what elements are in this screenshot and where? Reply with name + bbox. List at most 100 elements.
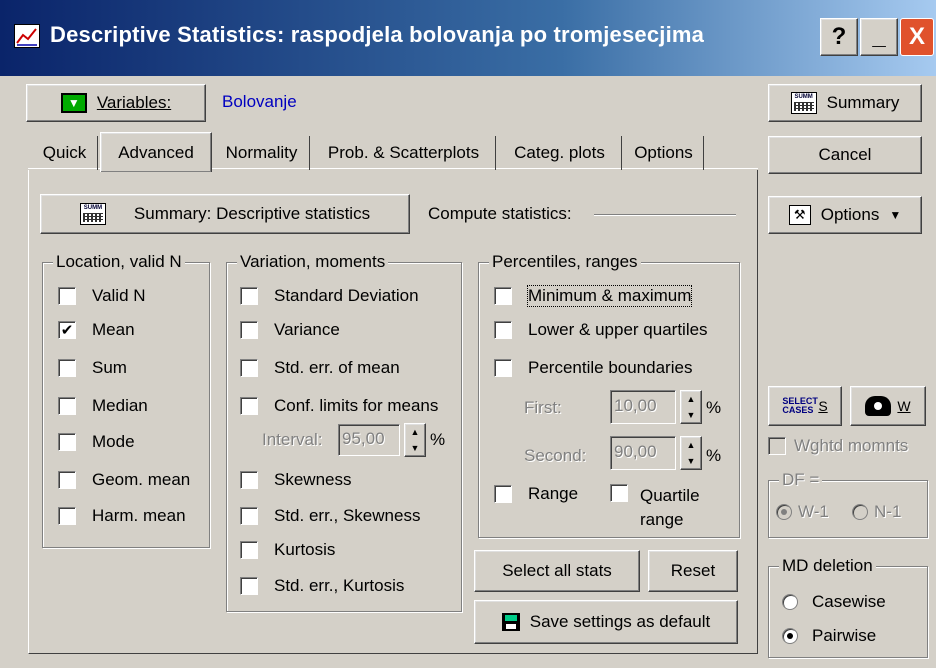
checkbox-box[interactable]	[494, 287, 512, 305]
weighted-moments-checkbox[interactable]: Wghtd momnts	[768, 436, 908, 456]
radio-button[interactable]	[782, 628, 798, 644]
select-cases-button[interactable]: SELECT CASES S	[768, 386, 842, 426]
spin-up-icon[interactable]: ▲	[681, 391, 701, 407]
spin-down-icon[interactable]: ▼	[681, 453, 701, 469]
median-checkbox[interactable]: Median	[58, 396, 148, 416]
df-w1-radio[interactable]: W-1	[776, 502, 829, 522]
checkbox-box[interactable]	[240, 577, 258, 595]
casewise-radio[interactable]: Casewise	[782, 592, 886, 612]
summary-label: Summary	[826, 93, 900, 112]
percentile-boundaries-checkbox[interactable]: Percentile boundaries	[494, 358, 692, 378]
range-checkbox[interactable]: Range	[494, 484, 578, 504]
second-label: Second:	[524, 446, 587, 465]
checkbox-box[interactable]	[58, 359, 76, 377]
checkbox-box[interactable]	[58, 397, 76, 415]
interval-spinner[interactable]: ▲ ▼	[404, 423, 426, 457]
quartiles-checkbox[interactable]: Lower & upper quartiles	[494, 320, 708, 340]
valid-n-checkbox[interactable]: Valid N	[58, 286, 146, 306]
tab-categ-plots[interactable]: Categ. plots	[498, 136, 622, 170]
weight-button[interactable]: W	[850, 386, 926, 426]
std-err-mean-checkbox[interactable]: Std. err. of mean	[240, 358, 400, 378]
checkbox-box[interactable]	[494, 359, 512, 377]
variables-value[interactable]: Bolovanje	[222, 92, 297, 112]
checkbox-box[interactable]	[240, 287, 258, 305]
checkbox-box[interactable]	[494, 321, 512, 339]
conf-limits-checkbox[interactable]: Conf. limits for means	[240, 396, 438, 416]
window-title: Descriptive Statistics: raspodjela bolov…	[50, 22, 705, 47]
checkbox-box[interactable]	[240, 321, 258, 339]
radio-button[interactable]	[852, 504, 868, 520]
mode-checkbox[interactable]: Mode	[58, 432, 135, 452]
radio-button[interactable]	[782, 594, 798, 610]
min-max-checkbox[interactable]: Minimum & maximum	[494, 285, 693, 307]
pairwise-radio[interactable]: Pairwise	[782, 626, 876, 646]
interval-input[interactable]: 95,00	[338, 424, 400, 456]
tab-normality[interactable]: Normality	[214, 136, 310, 170]
checkbox-box[interactable]	[240, 359, 258, 377]
spin-up-icon[interactable]: ▲	[405, 424, 425, 440]
checkbox-box[interactable]	[58, 433, 76, 451]
save-default-button[interactable]: Save settings as default	[474, 600, 738, 644]
checkbox-box[interactable]	[240, 471, 258, 489]
checkbox-box[interactable]	[58, 471, 76, 489]
first-spinner[interactable]: ▲ ▼	[680, 390, 702, 424]
reset-button[interactable]: Reset	[648, 550, 738, 592]
tab-options[interactable]: Options	[624, 136, 704, 170]
sum-checkbox[interactable]: Sum	[58, 358, 127, 378]
options-button[interactable]: ⚒ Options ▼	[768, 196, 922, 234]
minimize-button[interactable]: _	[860, 18, 898, 56]
spin-down-icon[interactable]: ▼	[405, 440, 425, 456]
hammer-icon: ⚒	[788, 205, 811, 225]
variables-button-label: Variables:	[96, 93, 172, 112]
mean-checkbox[interactable]: ✔ Mean	[58, 320, 135, 340]
interval-percent: %	[430, 430, 446, 449]
df-n1-radio[interactable]: N-1	[852, 502, 901, 522]
second-percent: %	[706, 446, 722, 465]
compute-statistics-label: Compute statistics:	[428, 204, 572, 223]
tab-quick[interactable]: Quick	[32, 136, 98, 170]
skewness-checkbox[interactable]: Skewness	[240, 470, 351, 490]
variables-button[interactable]: ▼ Variables:	[26, 84, 206, 122]
spin-up-icon[interactable]: ▲	[681, 437, 701, 453]
checkbox-box[interactable]	[494, 485, 512, 503]
kurtosis-checkbox[interactable]: Kurtosis	[240, 540, 335, 560]
close-button[interactable]: X	[900, 18, 934, 56]
checkbox-box[interactable]	[240, 541, 258, 559]
checkbox-box[interactable]	[240, 397, 258, 415]
cancel-button[interactable]: Cancel	[768, 136, 922, 174]
std-err-kurtosis-checkbox[interactable]: Std. err., Kurtosis	[240, 576, 404, 596]
checkbox-box[interactable]	[240, 507, 258, 525]
std-dev-checkbox[interactable]: Standard Deviation	[240, 286, 419, 306]
variance-checkbox[interactable]: Variance	[240, 320, 340, 340]
geom-mean-checkbox[interactable]: Geom. mean	[58, 470, 190, 490]
checkbox-box[interactable]	[58, 287, 76, 305]
summary-descriptive-button[interactable]: SUMM Summary: Descriptive statistics	[40, 194, 410, 234]
spin-down-icon[interactable]: ▼	[681, 407, 701, 423]
dropdown-arrow-icon: ▼	[889, 208, 902, 222]
help-button[interactable]: ?	[820, 18, 858, 56]
tab-prob-scatterplots[interactable]: Prob. & Scatterplots	[312, 136, 496, 170]
checkmark-icon[interactable]: ✔	[58, 321, 76, 339]
checkbox-box[interactable]	[610, 484, 628, 502]
std-err-skewness-checkbox[interactable]: Std. err., Skewness	[240, 506, 420, 526]
second-spinner[interactable]: ▲ ▼	[680, 436, 702, 470]
compute-separator	[594, 214, 736, 216]
options-label: Options	[820, 205, 880, 224]
summary-button[interactable]: SUMM Summary	[768, 84, 922, 122]
select-all-stats-button[interactable]: Select all stats	[474, 550, 640, 592]
checkbox-box[interactable]	[768, 437, 786, 455]
summary-descriptive-label: Summary: Descriptive statistics	[133, 204, 371, 223]
floppy-disk-icon	[501, 613, 520, 631]
checkbox-box[interactable]	[58, 507, 76, 525]
md-deletion-title: MD deletion	[779, 556, 876, 576]
second-input[interactable]: 90,00	[610, 436, 676, 470]
interval-label: Interval:	[262, 430, 323, 449]
quartile-range-checkbox[interactable]	[610, 484, 628, 502]
df-group-title: DF =	[779, 470, 823, 490]
variables-icon: ▼	[60, 93, 87, 113]
first-input[interactable]: 10,00	[610, 390, 676, 424]
weight-icon	[865, 396, 892, 416]
harm-mean-checkbox[interactable]: Harm. mean	[58, 506, 186, 526]
radio-button[interactable]	[776, 504, 792, 520]
tab-advanced[interactable]: Advanced	[100, 132, 212, 172]
